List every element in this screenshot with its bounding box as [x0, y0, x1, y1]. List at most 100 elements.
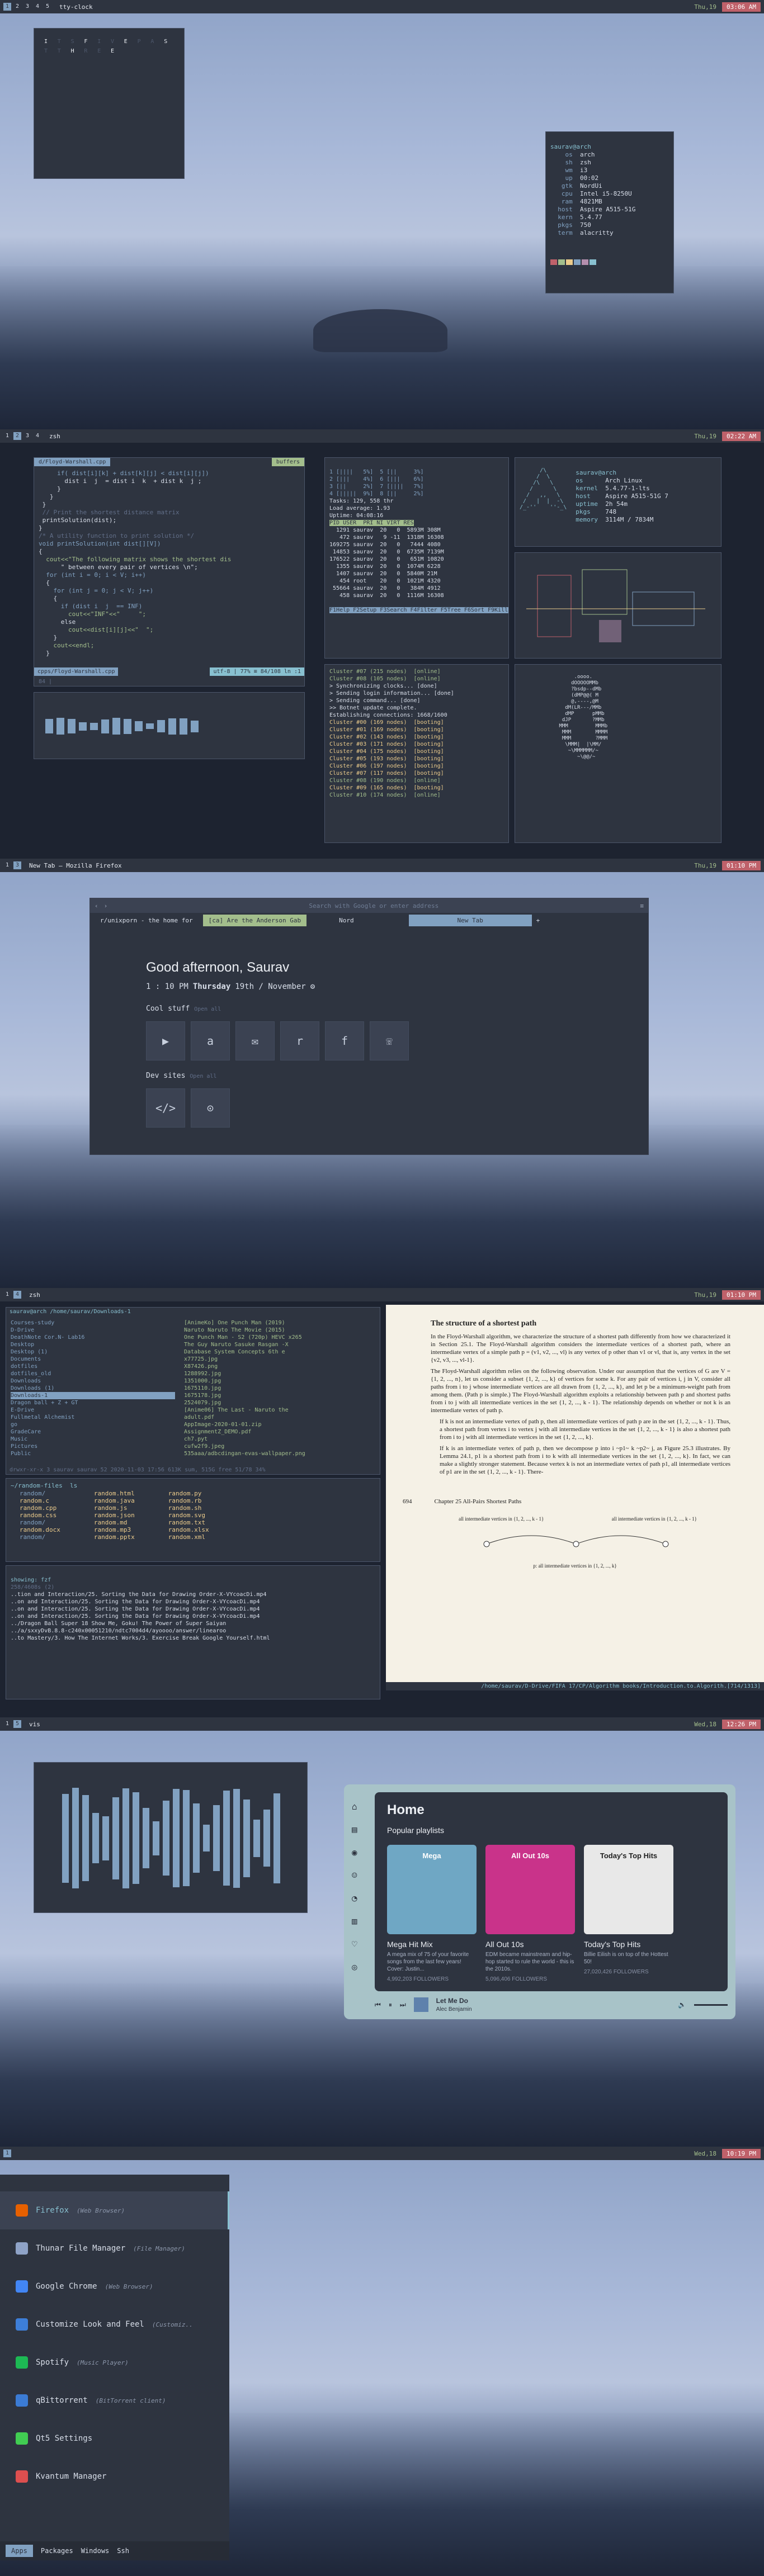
ranger-item[interactable]: AssignmentZ_DEMO.pdf [184, 1428, 371, 1436]
ranger-item[interactable]: GradeCare [11, 1428, 175, 1436]
workspaces[interactable]: 15 [3, 1720, 21, 1728]
forward-icon[interactable]: › [104, 902, 108, 910]
library-icon[interactable]: ▥ [352, 1916, 357, 1926]
editor-window[interactable]: d/Floyd-Warshall.cpp buffers if( dist[i]… [34, 457, 305, 686]
disc-icon[interactable]: ◎ [352, 1962, 357, 1972]
launcher-mode-ssh[interactable]: Ssh [117, 2547, 129, 2555]
htop-window[interactable]: 1 [|||| 5%] 5 [|| 3%] 2 [||| 4%] 6 [||| … [324, 457, 509, 659]
ranger-item[interactable]: Naruto Naruto The Movie (2015) [184, 1327, 371, 1334]
fzf-window[interactable]: showing: fzf 258/4608s (2) ..tion and In… [6, 1565, 380, 1699]
fzf-line[interactable]: ..on and Interaction/25. Sorting the Dat… [11, 1598, 375, 1606]
ranger-item[interactable]: 535aaa/adbcdingan-evas-wallpaper.png [184, 1450, 371, 1457]
ranger-item[interactable]: Documents [11, 1356, 175, 1363]
ranger-item[interactable]: Desktop [11, 1341, 175, 1348]
shortcut-tile[interactable]: ▶ [146, 1021, 185, 1060]
cluster-window[interactable]: Cluster #07 (215 nodes) [online] Cluster … [324, 664, 509, 843]
fzf-line[interactable]: ..on and Interaction/25. Sorting the Dat… [11, 1613, 375, 1620]
ranger-item[interactable]: AppImage-2020-01-01.zip [184, 1421, 371, 1428]
ranger-item[interactable]: ch7.pyt [184, 1436, 371, 1443]
clock-icon[interactable]: ◔ [352, 1893, 357, 1903]
next-icon[interactable]: ⏭ [400, 2001, 406, 2009]
ranger-right-column[interactable]: [AnimeKo] One Punch Man (2019) Naruto Nar… [180, 1316, 375, 1461]
ranger-item[interactable]: Downloads (1) [11, 1385, 175, 1392]
launcher-item[interactable]: Kvantum Manager [0, 2457, 229, 2496]
ranger-item[interactable]: X87426.png [184, 1363, 371, 1370]
spotify-window[interactable]: ⌂ ▤ ◉ ☺ ◔ ▥ ♡ ◎ Home Popular playlists Mega Mega… [344, 1784, 735, 2019]
shortcut-tile[interactable]: f [325, 1021, 364, 1060]
launcher-item[interactable]: Customize Look and Feel (Customiz.. [0, 2305, 229, 2343]
launcher-item[interactable]: Google Chrome (Web Browser) [0, 2267, 229, 2305]
ranger-item[interactable]: dotfiles [11, 1363, 175, 1370]
playlist-card[interactable]: Today's Top Hits Today's Top Hits Billie E… [584, 1845, 673, 1982]
ranger-item[interactable]: go [11, 1421, 175, 1428]
ranger-item[interactable]: Database System Concepts 6th e [184, 1348, 371, 1356]
volume-icon[interactable]: 🔈 [678, 2001, 686, 2009]
home-icon[interactable]: ⌂ [352, 1801, 357, 1812]
browse-icon[interactable]: ▤ [352, 1824, 357, 1835]
app-launcher[interactable]: Firefox (Web Browser) Thunar File Manager (… [0, 2175, 229, 2560]
fzf-line[interactable]: ../a/sxxyDvB.8.8-c240x00051210/ndtc7004d… [11, 1627, 375, 1635]
shortcut-tile[interactable]: </> [146, 1088, 185, 1128]
url-bar[interactable]: Search with Google or enter address [113, 902, 634, 910]
ranger-item[interactable]: 1288992.jpg [184, 1370, 371, 1377]
ranger-item[interactable]: Dragon ball + Z + GT [11, 1399, 175, 1407]
fzf-line[interactable]: ..on and Interaction/25. Sorting the Dat… [11, 1606, 375, 1613]
ranger-item[interactable]: D-Drive [11, 1327, 175, 1334]
ranger-item[interactable]: E-Drive [11, 1407, 175, 1414]
ranger-item[interactable]: 1675110.jpg [184, 1385, 371, 1392]
ranger-item[interactable]: dotfiles_old [11, 1370, 175, 1377]
launcher-item[interactable]: qBittorrent (BitTorrent client) [0, 2381, 229, 2419]
shortcut-tile[interactable]: r [280, 1021, 319, 1060]
ranger-item[interactable]: Pictures [11, 1443, 175, 1450]
gear-icon[interactable]: ⚙ [310, 982, 315, 991]
ranger-item[interactable]: 1351000.jpg [184, 1377, 371, 1385]
ranger-item[interactable]: cufw2f9.jpeg [184, 1443, 371, 1450]
user-icon[interactable]: ☺ [352, 1870, 357, 1881]
tab-nord[interactable]: Nord [333, 915, 360, 926]
playlist-card[interactable]: Mega Mega Hit Mix A mega mix of 75 of your… [387, 1845, 477, 1982]
launcher-mode-apps[interactable]: Apps [6, 2545, 33, 2557]
editor-tab[interactable]: d/Floyd-Warshall.cpp [34, 458, 111, 466]
fzf-line[interactable]: ../Dragon Ball Super 18 Show Me, Goku! T… [11, 1620, 375, 1627]
radio-icon[interactable]: ◉ [352, 1847, 357, 1858]
workspaces[interactable]: 14 [3, 1291, 21, 1299]
ranger-item[interactable]: The Guy Naruto Sasuke Rasgan -X [184, 1341, 371, 1348]
htop-footer[interactable]: F1Help F2Setup F3Search F4Filter F5Tree … [329, 607, 508, 613]
launcher-item[interactable]: Spotify (Music Player) [0, 2343, 229, 2381]
code-area[interactable]: if( dist[i][k] + dist[k][j] < dist[i][j]… [34, 466, 304, 662]
workspaces[interactable]: 1234 [3, 432, 41, 440]
pdf-viewer[interactable]: The structure of a shortest path In the … [386, 1305, 764, 1690]
shortcut-tile[interactable]: ☏ [370, 1021, 409, 1060]
shortcut-tile[interactable]: ⊙ [191, 1088, 230, 1128]
ranger-item[interactable]: Fullmetal Alchemist [11, 1414, 175, 1421]
launcher-item[interactable]: Thunar File Manager (File Manager) [0, 2229, 229, 2267]
tab-anderson[interactable]: [ca] Are the Anderson Gab [202, 914, 307, 926]
ranger-item[interactable]: [Anime06] The Last - Naruto the [184, 1407, 371, 1414]
menu-icon[interactable]: ≡ [640, 902, 644, 910]
ranger-left-column[interactable]: Courses-study D-Drive DeathNote Cor.N- Lab… [6, 1316, 180, 1461]
ranger-item[interactable]: Downloads-1 [11, 1392, 175, 1399]
neofetch-window[interactable]: /\ / \ /\ \ / \ / ,, \ / | | -\ /_-'' ''… [515, 457, 721, 547]
launcher-item[interactable]: Qt5 Settings [0, 2419, 229, 2457]
ranger-item[interactable]: One Punch Man - S2 (720p) HEVC x265 [184, 1334, 371, 1341]
ranger-item[interactable]: Desktop (1) [11, 1348, 175, 1356]
new-tab-button[interactable]: + [536, 917, 540, 924]
ranger-item[interactable]: 2524079.jpg [184, 1399, 371, 1407]
ls-window[interactable]: ~/random-files ls random/random.c random.… [6, 1478, 380, 1562]
tty-clock-window[interactable]: ITSFIVEPASTTHREE [34, 28, 185, 179]
playlist-card[interactable]: All Out 10s All Out 10s EDM became mainstr… [485, 1845, 575, 1982]
ranger-item[interactable]: Courses-study [11, 1319, 175, 1327]
ranger-item[interactable]: Downloads [11, 1377, 175, 1385]
tab-new[interactable]: New Tab [408, 914, 532, 926]
ranger-item[interactable]: Public [11, 1450, 175, 1457]
cmdline[interactable]: 84 | [39, 679, 52, 685]
fzf-prompt[interactable]: showing: fzf [11, 1577, 51, 1583]
heart-icon[interactable]: ♡ [352, 1939, 357, 1949]
ranger-item[interactable]: 1675178.jpg [184, 1392, 371, 1399]
workspaces[interactable]: 13 [3, 861, 21, 869]
launcher-mode-windows[interactable]: Windows [81, 2547, 110, 2555]
ranger-item[interactable]: x77725.jpg [184, 1356, 371, 1363]
tab-unixporn[interactable]: r/unixporn - the home for [95, 915, 199, 926]
ranger-item[interactable]: Music [11, 1436, 175, 1443]
launcher-item[interactable]: Firefox (Web Browser) [0, 2191, 229, 2229]
